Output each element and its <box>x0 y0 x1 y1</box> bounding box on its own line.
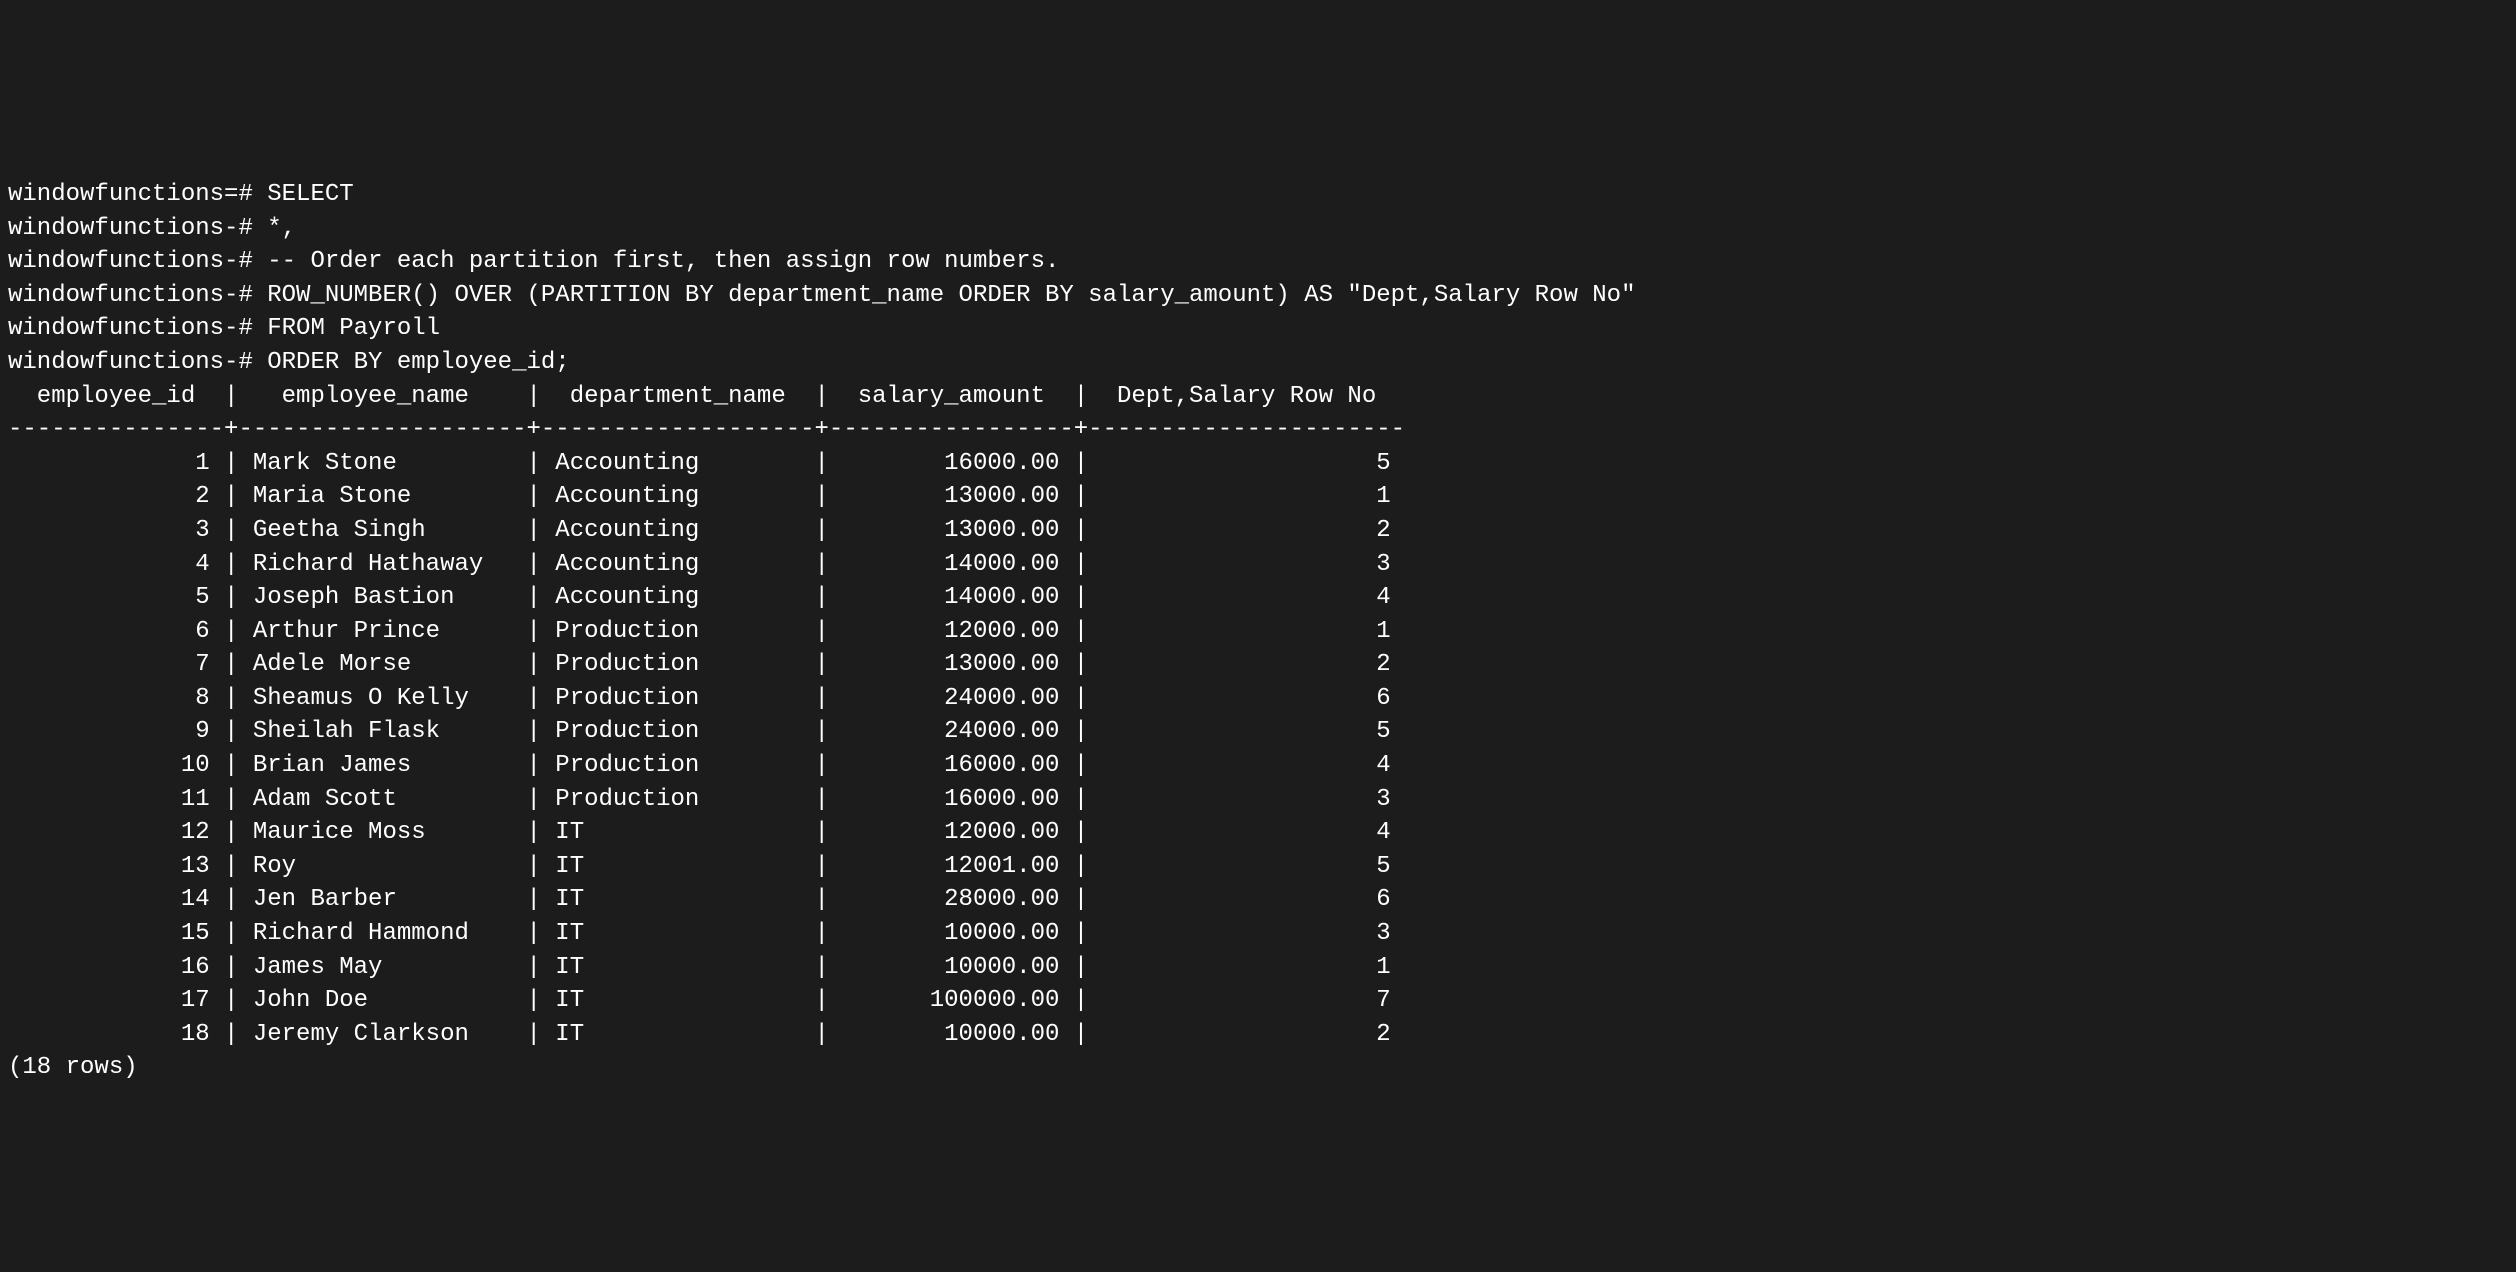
terminal-output[interactable]: windowfunctions=# SELECT windowfunctions… <box>0 168 2516 1095</box>
result-separator: ---------------+--------------------+---… <box>8 413 2508 447</box>
result-header: employee_id | employee_name | department… <box>8 380 2508 414</box>
result-rows: 1 | Mark Stone | Accounting | 16000.00 |… <box>8 447 2508 1052</box>
sql-query-block: windowfunctions=# SELECT windowfunctions… <box>8 178 2508 380</box>
row-count: (18 rows) <box>8 1051 2508 1085</box>
